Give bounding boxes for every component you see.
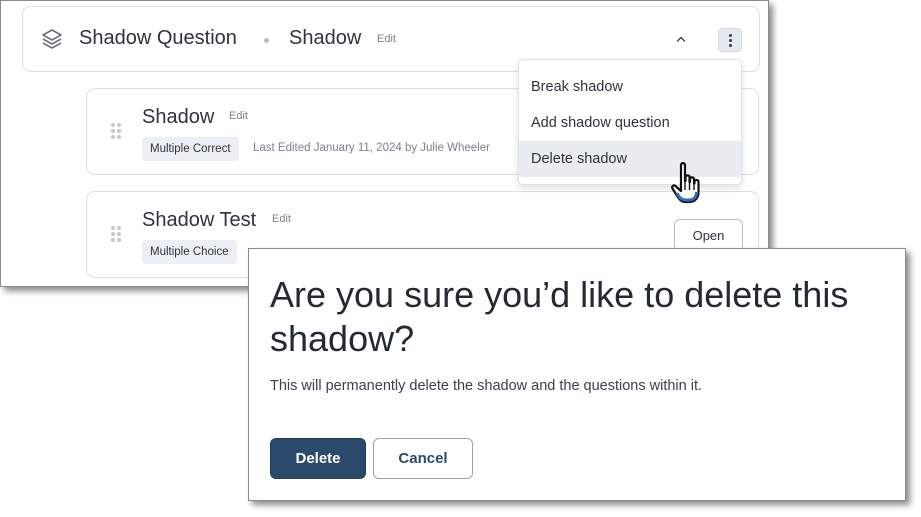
group-edit-link[interactable]: Edit bbox=[377, 33, 396, 45]
layers-icon bbox=[42, 29, 62, 49]
delete-button[interactable]: Delete bbox=[270, 438, 366, 479]
hand-pointer-cursor-icon bbox=[671, 162, 700, 204]
group-subtitle: Shadow bbox=[289, 27, 362, 49]
more-options-button[interactable] bbox=[718, 28, 742, 52]
drag-handle-icon[interactable] bbox=[110, 225, 122, 243]
question-edit-link[interactable]: Edit bbox=[229, 110, 248, 122]
menu-item-add-shadow-question[interactable]: Add shadow question bbox=[519, 105, 741, 141]
question-title: Shadow bbox=[142, 106, 215, 128]
question-title: Shadow Test bbox=[142, 209, 257, 231]
cancel-button[interactable]: Cancel bbox=[373, 438, 473, 479]
group-title: Shadow Question bbox=[79, 27, 237, 49]
question-type-badge: Multiple Correct bbox=[142, 137, 239, 161]
question-type-badge: Multiple Choice bbox=[142, 240, 237, 264]
chevron-up-icon[interactable] bbox=[675, 33, 687, 45]
last-edited-text: Last Edited January 11, 2024 by Julie Wh… bbox=[253, 142, 490, 154]
drag-handle-icon[interactable] bbox=[110, 122, 122, 140]
question-list-panel: Shadow Question Shadow Edit Shadow Edit … bbox=[0, 0, 769, 287]
dialog-body-text: This will permanently delete the shadow … bbox=[270, 378, 703, 394]
delete-confirmation-dialog: Are you sure you’d like to delete this s… bbox=[248, 248, 906, 501]
question-edit-link[interactable]: Edit bbox=[272, 213, 291, 225]
menu-item-break-shadow[interactable]: Break shadow bbox=[519, 69, 741, 105]
separator-dot bbox=[264, 38, 269, 43]
kebab-menu-icon bbox=[729, 34, 732, 37]
dialog-title: Are you sure you’d like to delete this s… bbox=[270, 274, 849, 359]
